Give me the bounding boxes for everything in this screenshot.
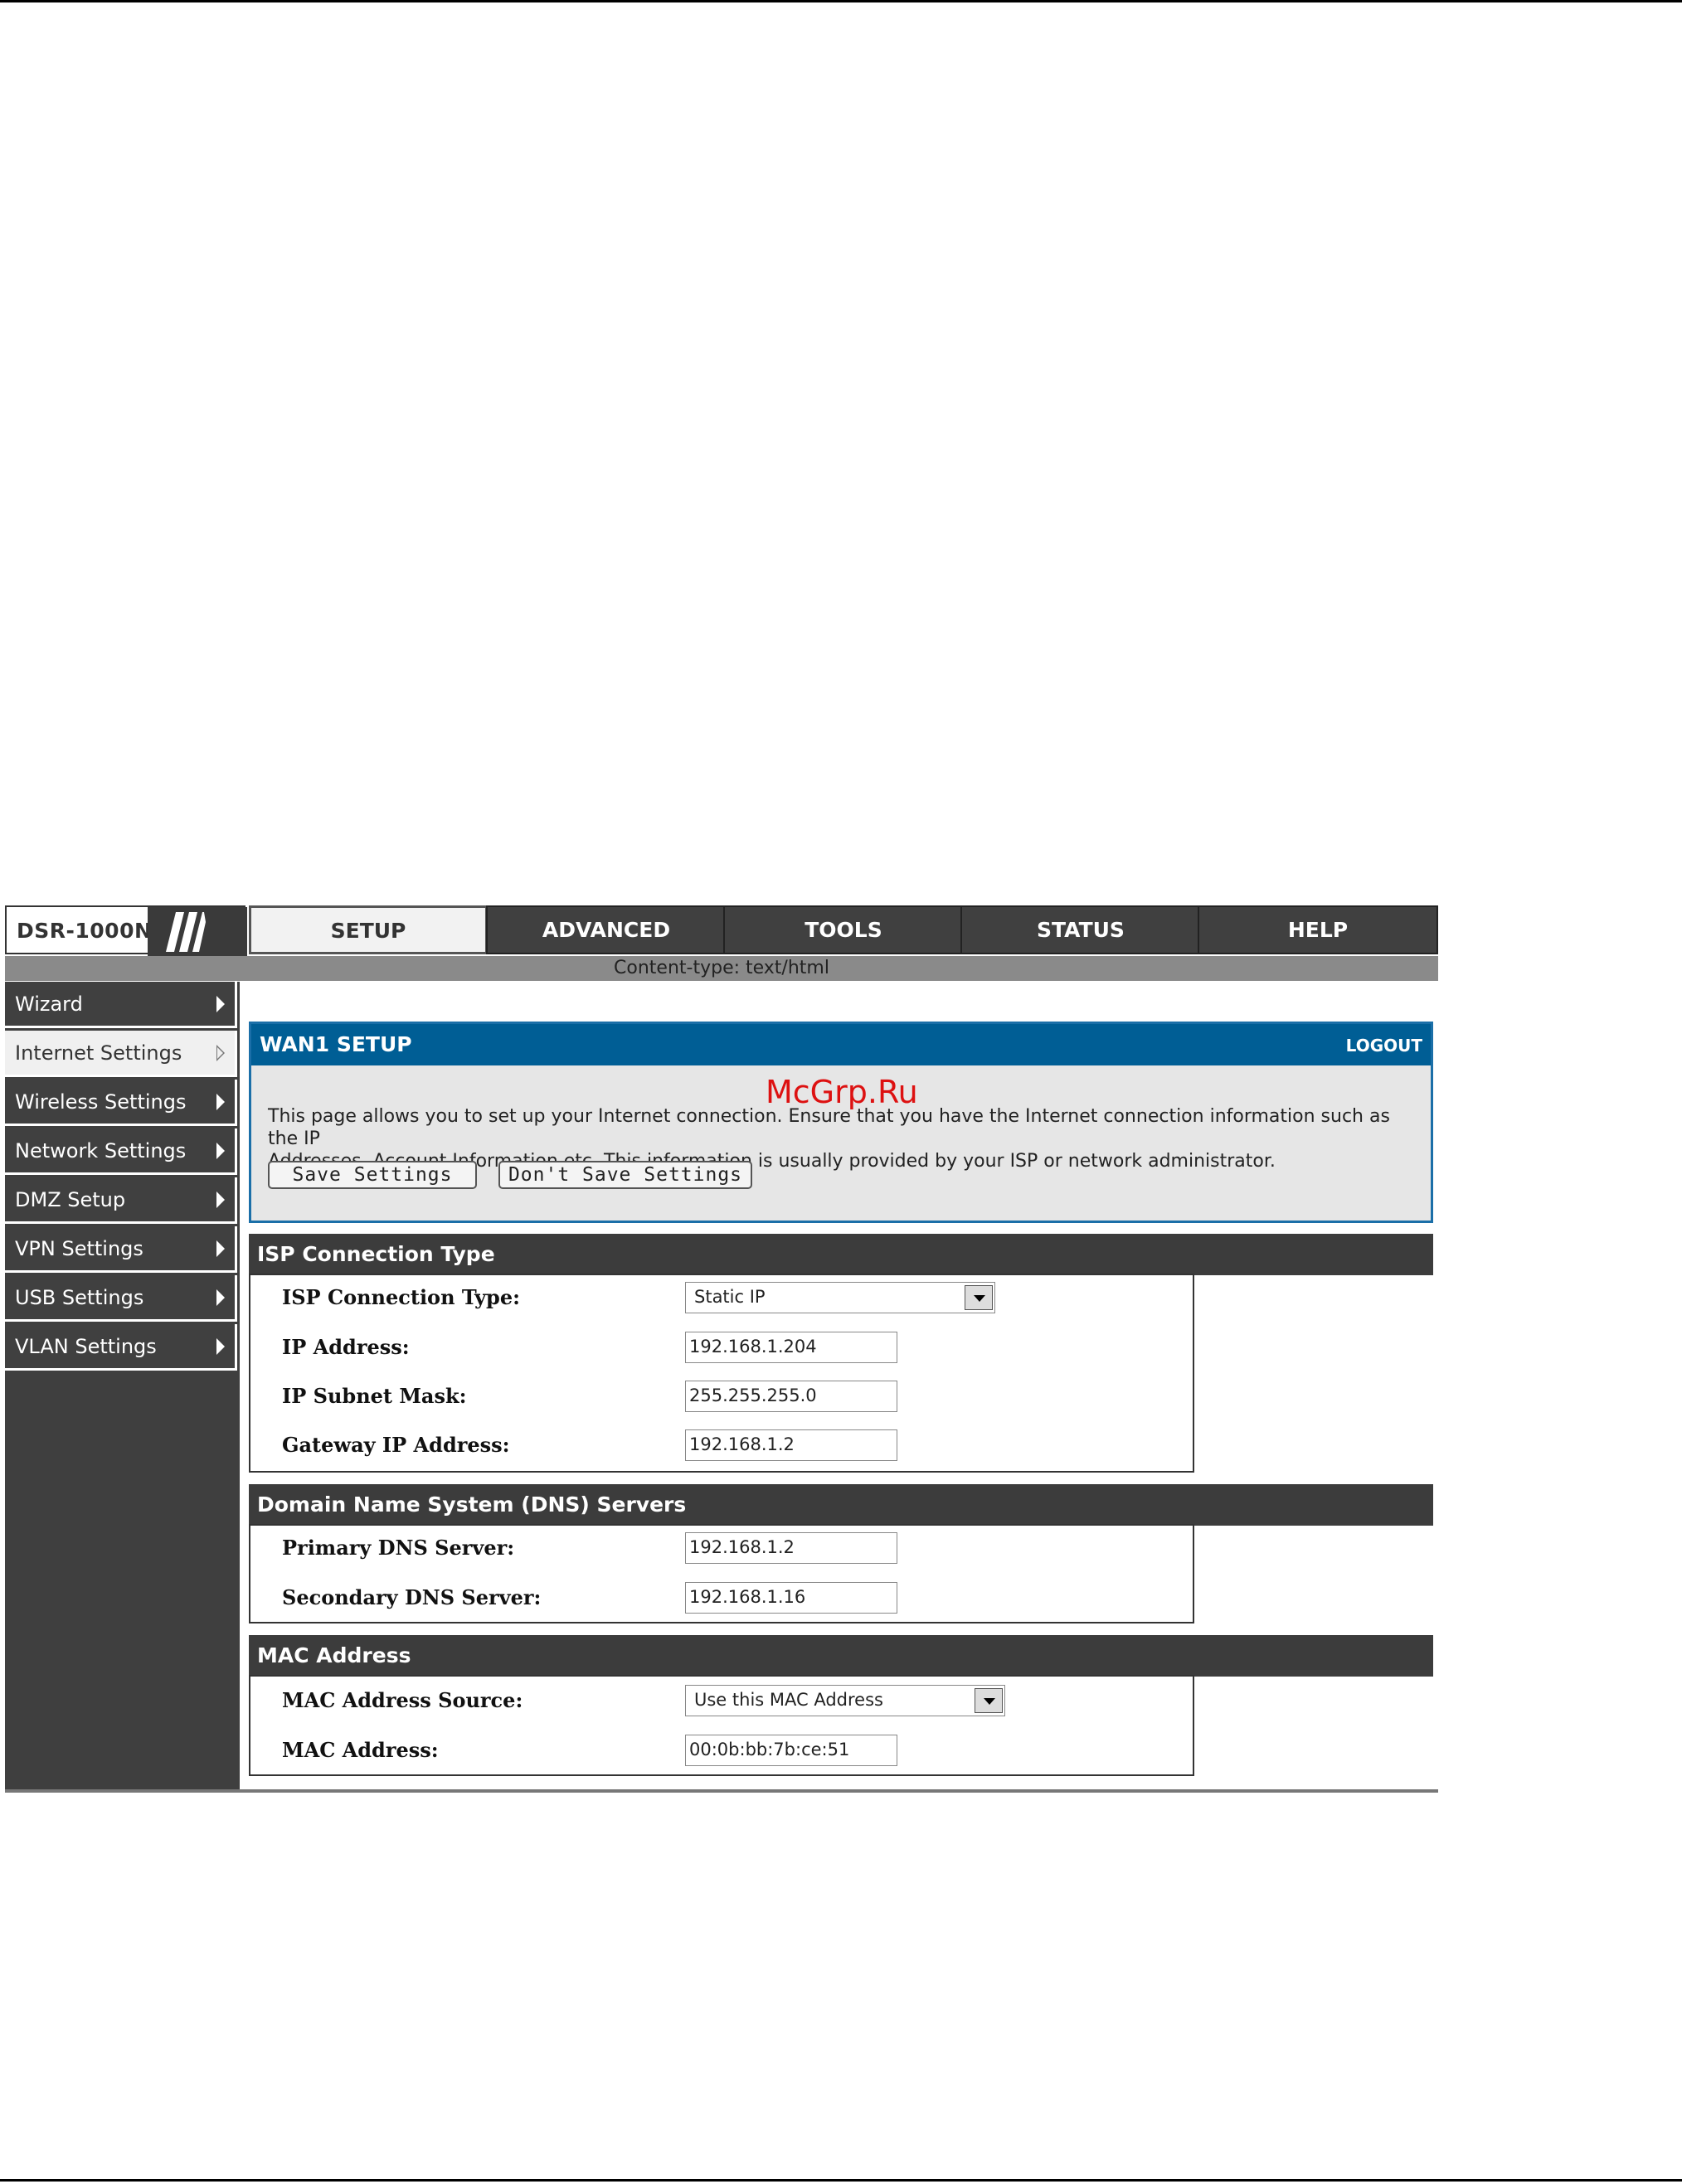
isp-section-header: ISP Connection Type [249, 1234, 1433, 1275]
sidebar-item-label: Wizard [15, 993, 83, 1016]
isp-connection-type-select[interactable]: Static IP [685, 1282, 995, 1313]
sidebar-item-label: USB Settings [15, 1286, 144, 1309]
mac-source-select[interactable]: Use this MAC Address [685, 1685, 1005, 1716]
sidebar-item-dmz-setup[interactable]: DMZ Setup [5, 1177, 237, 1224]
sidebar-item-network-settings[interactable]: Network Settings [5, 1128, 237, 1175]
select-value: Static IP [694, 1287, 766, 1307]
chevron-right-icon [216, 1289, 225, 1306]
description-line: This page allows you to set up your Inte… [268, 1106, 1390, 1149]
tab-status[interactable]: STATUS [960, 905, 1201, 954]
chevron-right-outline-icon [216, 1045, 225, 1061]
ip-address-label: IP Address: [282, 1335, 410, 1359]
chevron-right-icon [216, 1338, 225, 1355]
mac-source-label: MAC Address Source: [282, 1688, 523, 1712]
tab-setup[interactable]: SETUP [249, 905, 488, 954]
chevron-right-icon [216, 996, 225, 1012]
ip-address-input[interactable]: 192.168.1.204 [685, 1332, 897, 1363]
subnet-mask-input[interactable]: 255.255.255.0 [685, 1381, 897, 1412]
gateway-ip-label: Gateway IP Address: [282, 1433, 510, 1457]
select-value: Use this MAC Address [694, 1690, 883, 1710]
chevron-down-icon[interactable] [975, 1688, 1003, 1713]
primary-dns-input[interactable]: 192.168.1.2 [685, 1532, 897, 1564]
sidebar-item-vlan-settings[interactable]: VLAN Settings [5, 1324, 237, 1371]
dont-save-settings-button[interactable]: Don't Save Settings [498, 1161, 752, 1189]
wan-setup-header: WAN1 SETUP LOGOUT [251, 1024, 1431, 1065]
mac-address-input[interactable]: 00:0b:bb:7b:ce:51 [685, 1735, 897, 1766]
isp-connection-type-label: ISP Connection Type: [282, 1285, 520, 1309]
primary-dns-label: Primary DNS Server: [282, 1536, 515, 1560]
sidebar-item-label: VPN Settings [15, 1237, 143, 1260]
page-title: WAN1 SETUP [260, 1032, 412, 1056]
sidebar-item-usb-settings[interactable]: USB Settings [5, 1275, 237, 1322]
dns-section-body: Primary DNS Server: 192.168.1.2 Secondar… [249, 1524, 1194, 1623]
sidebar-item-label: VLAN Settings [15, 1335, 157, 1358]
subnet-mask-label: IP Subnet Mask: [282, 1384, 467, 1408]
isp-section-body: ISP Connection Type: Static IP IP Addres… [249, 1274, 1194, 1473]
sidebar-item-vpn-settings[interactable]: VPN Settings [5, 1226, 237, 1273]
product-logo: DSR-1000N [5, 905, 247, 956]
sidebar-item-label: Wireless Settings [15, 1090, 187, 1114]
sidebar-item-wizard[interactable]: Wizard [5, 982, 237, 1028]
footer-divider [5, 1789, 1438, 1793]
logout-link[interactable]: LOGOUT [1346, 1036, 1422, 1056]
logo-slashes-icon [148, 907, 247, 956]
secondary-dns-label: Secondary DNS Server: [282, 1585, 542, 1609]
chevron-right-icon [216, 1240, 225, 1257]
sidebar-item-label: DMZ Setup [15, 1188, 126, 1211]
mac-address-label: MAC Address: [282, 1738, 439, 1762]
top-navigation: DSR-1000N SETUP ADVANCED TOOLS STATUS HE… [5, 905, 1438, 956]
tab-tools[interactable]: TOOLS [723, 905, 964, 954]
dns-section-header: Domain Name System (DNS) Servers [249, 1484, 1433, 1526]
tab-help[interactable]: HELP [1198, 905, 1438, 954]
sidebar-item-label: Internet Settings [15, 1041, 182, 1065]
wan-setup-panel: WAN1 SETUP LOGOUT McGrp.Ru This page all… [249, 1022, 1433, 1223]
sidebar-item-label: Network Settings [15, 1139, 187, 1162]
mac-section-body: MAC Address Source: Use this MAC Address… [249, 1675, 1194, 1776]
tab-advanced[interactable]: ADVANCED [486, 905, 727, 954]
content-type-bar: Content-type: text/html [5, 956, 1438, 981]
page-bottom-rule [0, 2179, 1682, 2182]
router-admin-ui: DSR-1000N SETUP ADVANCED TOOLS STATUS HE… [5, 905, 1438, 1793]
save-settings-button[interactable]: Save Settings [268, 1161, 477, 1189]
page-top-rule [0, 0, 1682, 2]
sidebar-item-wireless-settings[interactable]: Wireless Settings [5, 1080, 237, 1126]
sidebar-item-internet-settings[interactable]: Internet Settings [5, 1031, 237, 1077]
sidebar: Wizard Internet Settings Wireless Settin… [5, 982, 240, 1793]
chevron-down-icon[interactable] [965, 1285, 993, 1310]
chevron-right-icon [216, 1094, 225, 1110]
secondary-dns-input[interactable]: 192.168.1.16 [685, 1582, 897, 1614]
product-name: DSR-1000N [17, 919, 153, 943]
gateway-ip-input[interactable]: 192.168.1.2 [685, 1429, 897, 1461]
chevron-right-icon [216, 1191, 225, 1208]
chevron-right-icon [216, 1143, 225, 1159]
mac-section-header: MAC Address [249, 1635, 1433, 1677]
